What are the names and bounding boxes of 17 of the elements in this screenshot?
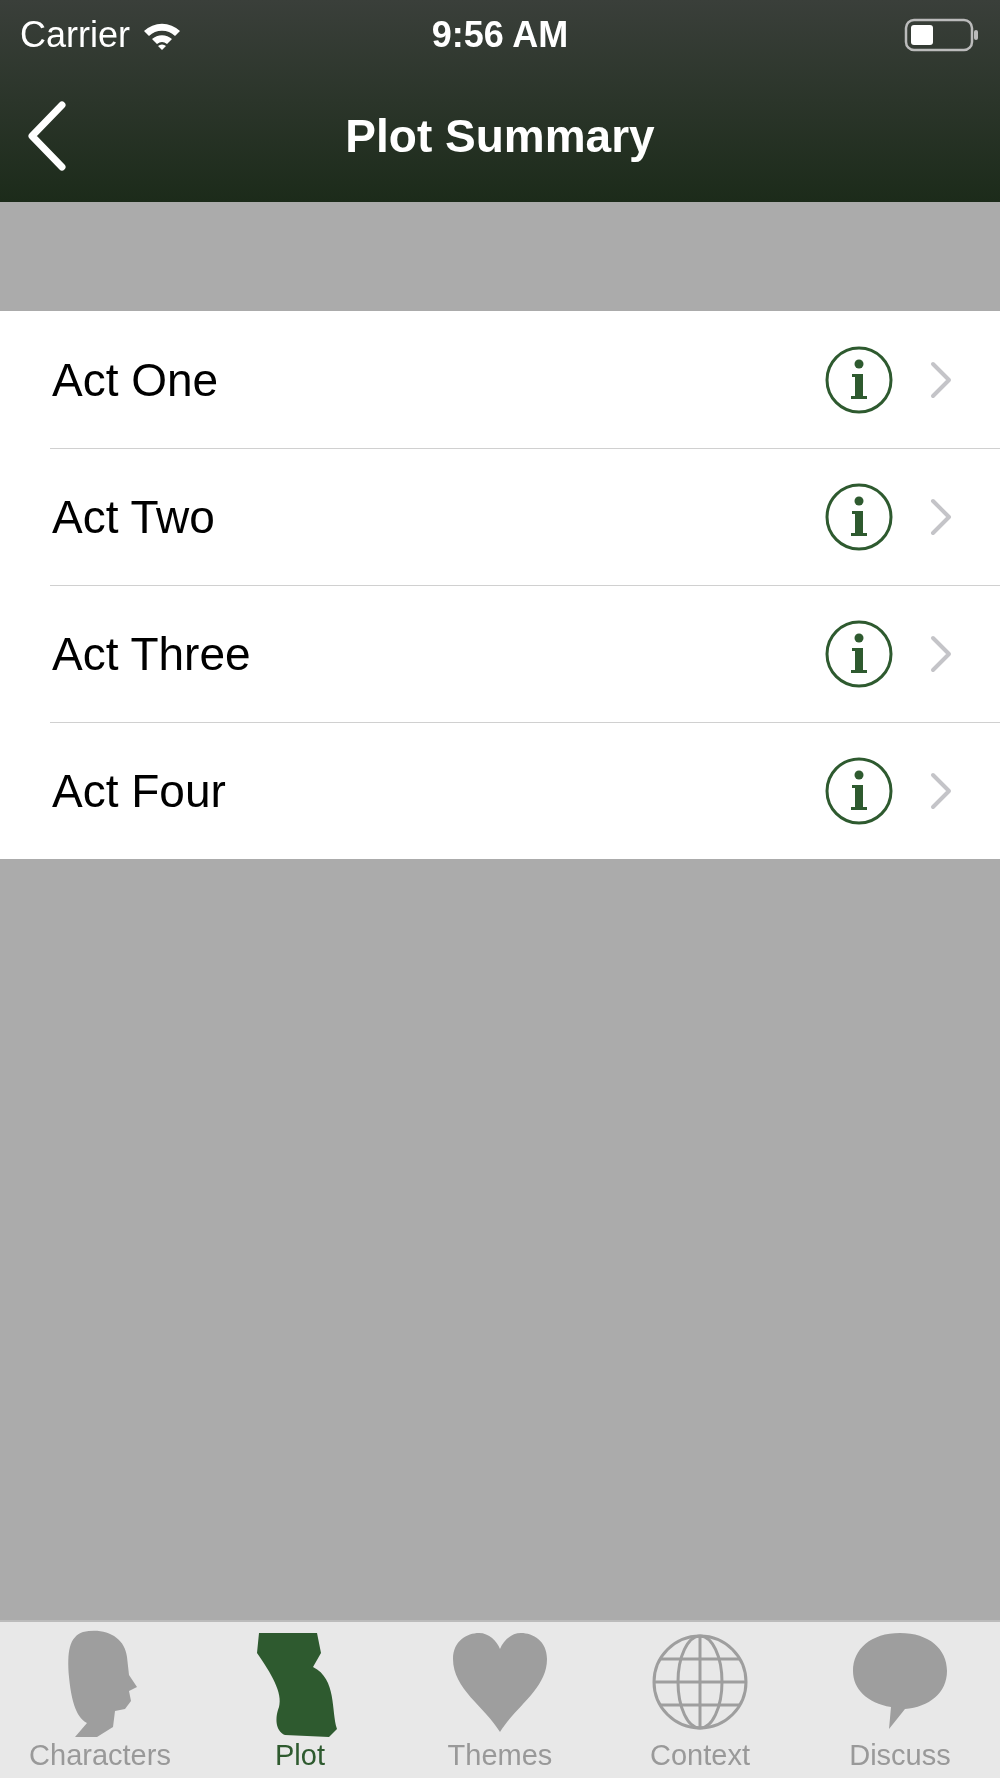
info-icon[interactable] (824, 481, 894, 552)
chevron-icon (930, 360, 952, 399)
chevron-icon (930, 771, 952, 810)
chevron-icon (930, 634, 952, 673)
clock-time: 9:56 AM (431, 14, 569, 55)
chevron-icon (930, 497, 952, 536)
act-label[interactable]: Act Two (52, 489, 215, 544)
act-label[interactable]: Act Three (52, 626, 251, 681)
carrier-name: Carrier (20, 14, 130, 56)
info-icon[interactable] (824, 618, 894, 689)
act-label[interactable]: Act One (52, 352, 219, 407)
info-icon[interactable] (824, 344, 894, 415)
info-icon[interactable] (824, 755, 894, 826)
battery-icon (904, 17, 980, 53)
screen-title: Plot Summary (345, 109, 655, 163)
tab-item[interactable]: Plot (200, 1622, 400, 1778)
act-label[interactable]: Act Four (52, 763, 226, 818)
